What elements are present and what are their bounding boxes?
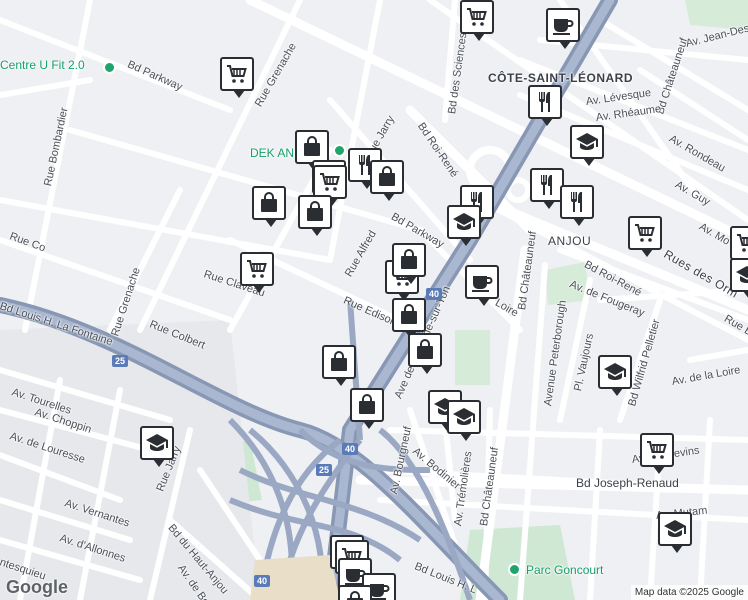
cafe-icon (472, 276, 493, 292)
shopping-bag-pin[interactable] (252, 186, 286, 227)
school-icon (604, 363, 626, 380)
school-icon (664, 520, 686, 537)
shopping-cart-pin[interactable] (628, 216, 662, 257)
highway-shield-40: 40 (426, 288, 442, 300)
restaurant-pin[interactable] (530, 168, 564, 209)
shopping-bag-icon (261, 192, 277, 212)
school-pin[interactable] (140, 426, 174, 467)
poi-label-centre-ufit[interactable]: Centre U Fit 2.0 (0, 58, 85, 72)
cafe-icon (553, 19, 574, 35)
shopping-cart-pin[interactable] (460, 0, 494, 41)
school-pin[interactable] (658, 512, 692, 553)
school-icon (453, 213, 475, 230)
google-logo: Google (6, 577, 68, 597)
poi-label-parc-goncourt[interactable]: Parc Goncourt (526, 563, 603, 577)
shopping-cart-icon (227, 65, 247, 83)
shopping-bag-icon (331, 351, 347, 371)
area-label-anjou: ANJOU (548, 234, 592, 248)
highway-shield-25: 25 (112, 355, 128, 367)
restaurant-pin[interactable] (560, 185, 594, 226)
school-icon (146, 434, 168, 451)
restaurant-icon (541, 175, 552, 195)
fitness-poi-icon[interactable] (103, 61, 116, 74)
shopping-bag-icon (307, 201, 323, 221)
shopping-cart-pin[interactable] (313, 165, 347, 206)
school-icon (576, 133, 598, 150)
shopping-bag-icon (359, 394, 375, 414)
school-pin[interactable] (570, 125, 604, 166)
shopping-bag-icon (401, 304, 417, 324)
restaurant-icon (539, 92, 550, 112)
school-icon (453, 408, 475, 425)
highway-shield-40: 40 (254, 575, 270, 587)
shopping-cart-icon (647, 441, 667, 459)
shopping-bag-pin[interactable] (408, 333, 442, 374)
shopping-cart-pin[interactable] (640, 433, 674, 474)
highway-shield-40: 40 (342, 443, 358, 455)
school-pin[interactable] (730, 258, 748, 299)
cafe-pin[interactable] (465, 265, 499, 306)
shopping-bag-icon (379, 166, 395, 186)
shopping-cart-pin[interactable] (220, 57, 254, 98)
shopping-cart-icon (635, 224, 655, 242)
shopping-cart-pin[interactable] (240, 252, 274, 293)
shopping-bag-pin[interactable] (298, 195, 332, 236)
restaurant-pin[interactable] (528, 85, 562, 126)
shopping-bag-icon (401, 249, 417, 269)
street-label: Bd Joseph-Renaud (576, 476, 679, 490)
shopping-cart-icon (467, 8, 487, 26)
shopping-cart-pin[interactable] (730, 226, 748, 267)
highway-shield-25: 25 (316, 464, 332, 476)
cafe-pin[interactable] (546, 8, 580, 49)
area-label-cote-saint-leonard: CÔTE-SAINT-LÉONARD (488, 71, 633, 85)
dek-poi-icon[interactable] (333, 144, 346, 157)
shopping-bag-icon (417, 339, 433, 359)
shopping-bag-pin[interactable] (392, 243, 426, 284)
school-pin[interactable] (447, 400, 481, 441)
school-pin[interactable] (598, 355, 632, 396)
restaurant-icon (571, 192, 582, 212)
shopping-bag-icon (347, 591, 363, 600)
shopping-bag-pin[interactable] (392, 298, 426, 339)
school-icon (736, 266, 748, 283)
shopping-bag-pin[interactable] (370, 160, 404, 201)
map-view[interactable]: Centre U Fit 2.0 DEK AN CÔTE-SAINT-LÉONA… (0, 0, 748, 600)
shopping-bag-pin[interactable] (338, 585, 372, 600)
shopping-bag-pin[interactable] (295, 130, 329, 171)
shopping-bag-pin[interactable] (350, 388, 384, 429)
shopping-cart-icon (737, 234, 748, 252)
shopping-cart-icon (320, 173, 340, 191)
park-poi-icon[interactable] (508, 563, 521, 576)
shopping-cart-icon (247, 260, 267, 278)
shopping-bag-icon (304, 136, 320, 156)
poi-label-dek-an[interactable]: DEK AN (250, 146, 294, 160)
map-attribution[interactable]: Map data ©2025 Google (630, 585, 748, 600)
shopping-bag-pin[interactable] (322, 345, 356, 386)
school-pin[interactable] (447, 205, 481, 246)
